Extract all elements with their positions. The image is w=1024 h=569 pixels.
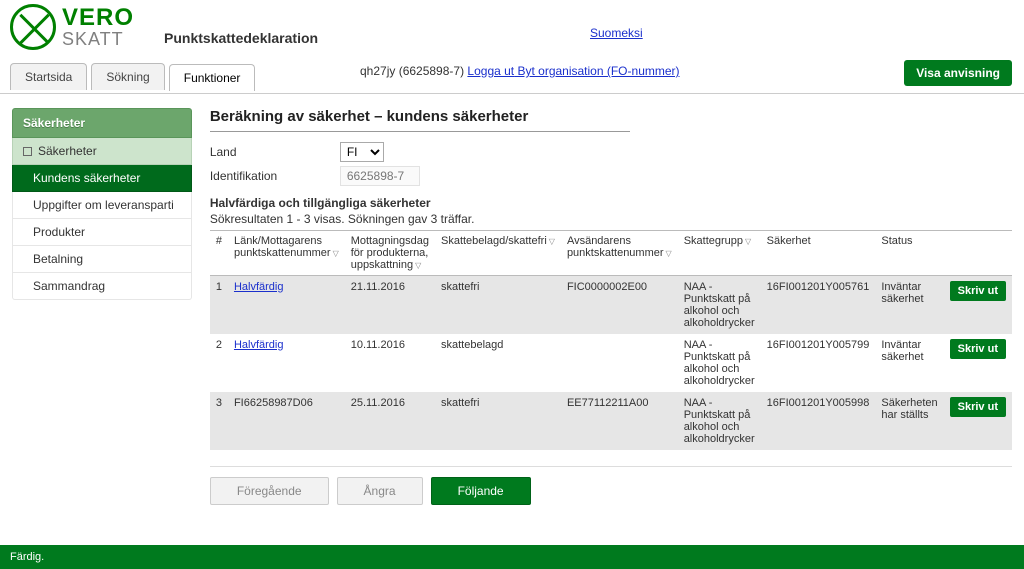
cell-tax: skattebelagd [435, 334, 561, 392]
results-note: Sökresultaten 1 - 3 visas. Sökningen gav… [210, 212, 1012, 226]
cell-sender: FIC0000002E00 [561, 276, 678, 335]
logout-link[interactable]: Logga ut [467, 64, 514, 78]
logo-line2: SKATT [62, 30, 134, 48]
cell-security: 16FI001201Y005761 [761, 276, 876, 335]
undo-button[interactable]: Ångra [337, 477, 423, 505]
cell-status: Inväntar säkerhet [875, 276, 943, 335]
tab-funktioner[interactable]: Funktioner [169, 64, 256, 91]
sidebar-item-sammandrag[interactable]: Sammandrag [12, 273, 192, 300]
col-group[interactable]: Skattegrupp▽ [678, 231, 761, 276]
ident-label: Identifikation [210, 169, 340, 183]
cell-group: NAA - Punktskatt på alkohol och alkohold… [678, 392, 761, 450]
app-title: Punktskattedeklaration [164, 30, 318, 46]
table-row: 3 FI66258987D06 25.11.2016 skattefri EE7… [210, 392, 1012, 450]
field-land: Land FI [210, 142, 1012, 162]
cell-date: 21.11.2016 [345, 276, 435, 335]
footer: Färdig. [0, 545, 1024, 569]
col-status: Status [875, 231, 943, 276]
sidebar-item-kundens[interactable]: Kundens säkerheter [12, 165, 192, 192]
land-label: Land [210, 145, 340, 159]
sort-icon: ▽ [415, 261, 421, 270]
sidebar-item-uppgifter[interactable]: Uppgifter om leveransparti [12, 192, 192, 219]
col-link[interactable]: Länk/Mottagarens punktskattenummer▽ [228, 231, 345, 276]
tabs: Startsida Sökning Funktioner [10, 63, 255, 90]
next-button[interactable]: Följande [431, 477, 531, 505]
sidebar-root[interactable]: Säkerheter [12, 138, 192, 165]
subheader: Startsida Sökning Funktioner qh27jy (662… [0, 54, 1024, 94]
user-line: qh27jy (6625898-7) Logga ut Byt organisa… [360, 64, 680, 78]
sidebar-item-betalning[interactable]: Betalning [12, 246, 192, 273]
sort-icon: ▽ [745, 237, 751, 246]
section-title: Halvfärdiga och tillgängliga säkerheter [210, 196, 1012, 210]
cell-action: Skriv ut [944, 276, 1012, 335]
cell-security: 16FI001201Y005998 [761, 392, 876, 450]
col-security: Säkerhet [761, 231, 876, 276]
cell-action: Skriv ut [944, 334, 1012, 392]
cell-num: 3 [210, 392, 228, 450]
sort-icon: ▽ [549, 237, 555, 246]
tab-sokning[interactable]: Sökning [91, 63, 164, 90]
row-link[interactable]: Halvfärdig [234, 339, 284, 351]
print-button[interactable]: Skriv ut [950, 281, 1006, 301]
ident-value: 6625898-7 [340, 166, 420, 186]
sidebar-header: Säkerheter [12, 108, 192, 138]
col-date[interactable]: Mottagningsdag för produkterna, uppskatt… [345, 231, 435, 276]
header: VERO SKATT Punktskattedeklaration Suomek… [0, 0, 1024, 54]
sidebar-root-label: Säkerheter [38, 144, 97, 158]
cell-num: 1 [210, 276, 228, 335]
main: Säkerheter Säkerheter Kundens säkerheter… [0, 94, 1024, 525]
cell-sender [561, 334, 678, 392]
cell-date: 25.11.2016 [345, 392, 435, 450]
cell-group: NAA - Punktskatt på alkohol och alkohold… [678, 276, 761, 335]
show-instructions-button[interactable]: Visa anvisning [904, 60, 1012, 86]
cell-group: NAA - Punktskatt på alkohol och alkohold… [678, 334, 761, 392]
sort-icon: ▽ [333, 249, 339, 258]
col-tax[interactable]: Skattebelagd/skattefri▽ [435, 231, 561, 276]
table-row: 1 Halvfärdig 21.11.2016 skattefri FIC000… [210, 276, 1012, 335]
collapse-icon [23, 147, 32, 156]
logo-line1: VERO [62, 6, 134, 30]
cell-link: Halvfärdig [228, 276, 345, 335]
sidebar-item-produkter[interactable]: Produkter [12, 219, 192, 246]
col-sender[interactable]: Avsändarens punktskattenummer▽ [561, 231, 678, 276]
land-select[interactable]: FI [340, 142, 384, 162]
cell-status: Säkerheten har ställts [875, 392, 943, 450]
cell-link: FI66258987D06 [228, 392, 345, 450]
tab-startsida[interactable]: Startsida [10, 63, 87, 90]
cell-tax: skattefri [435, 392, 561, 450]
cell-security: 16FI001201Y005799 [761, 334, 876, 392]
page-title: Beräkning av säkerhet – kundens säkerhet… [210, 108, 630, 132]
field-ident: Identifikation 6625898-7 [210, 166, 1012, 186]
switch-org-link[interactable]: Byt organisation (FO-nummer) [514, 64, 679, 78]
cell-link: Halvfärdig [228, 334, 345, 392]
col-num: # [210, 231, 228, 276]
row-link[interactable]: Halvfärdig [234, 281, 284, 293]
button-row: Föregående Ångra Följande [210, 466, 1012, 505]
col-action [944, 231, 1012, 276]
cell-action: Skriv ut [944, 392, 1012, 450]
print-button[interactable]: Skriv ut [950, 339, 1006, 359]
language-switch-link[interactable]: Suomeksi [590, 26, 643, 40]
cell-status: Inväntar säkerhet [875, 334, 943, 392]
user-id: qh27jy (6625898-7) [360, 64, 467, 78]
cell-tax: skattefri [435, 276, 561, 335]
sort-icon: ▽ [666, 249, 672, 258]
logo: VERO SKATT [10, 4, 134, 50]
print-button[interactable]: Skriv ut [950, 397, 1006, 417]
cell-sender: EE77112211A00 [561, 392, 678, 450]
table-row: 2 Halvfärdig 10.11.2016 skattebelagd NAA… [210, 334, 1012, 392]
cell-num: 2 [210, 334, 228, 392]
prev-button[interactable]: Föregående [210, 477, 329, 505]
securities-table: # Länk/Mottagarens punktskattenummer▽ Mo… [210, 230, 1012, 450]
logo-text: VERO SKATT [62, 6, 134, 48]
logo-icon [10, 4, 56, 50]
cell-date: 10.11.2016 [345, 334, 435, 392]
table-header-row: # Länk/Mottagarens punktskattenummer▽ Mo… [210, 231, 1012, 276]
sidebar: Säkerheter Säkerheter Kundens säkerheter… [12, 108, 192, 505]
content: Beräkning av säkerhet – kundens säkerhet… [210, 108, 1012, 505]
